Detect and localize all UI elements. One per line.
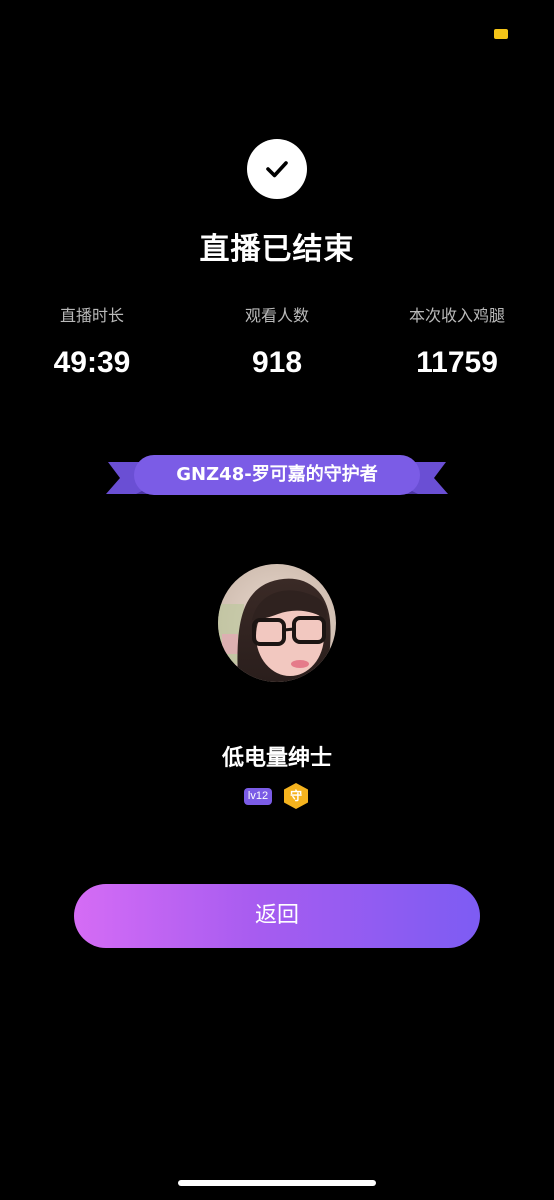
guard-badge-label: 守 [290, 789, 303, 803]
stat-value: 49:39 [53, 346, 131, 379]
avatar[interactable] [218, 564, 336, 682]
stat-viewers: 观看人数 918 [185, 304, 369, 380]
guardian-title: GNZ48-罗可嘉的守护者 [176, 464, 378, 485]
guard-badge-icon: 守 [282, 782, 310, 810]
stat-label: 直播时长 [59, 306, 124, 325]
page-title: 直播已结束 [199, 232, 355, 267]
stat-value: 11759 [416, 346, 498, 379]
back-button[interactable]: 返回 [74, 884, 480, 948]
level-badge: lv12 [243, 787, 273, 805]
guardian-ribbon: GNZ48-罗可嘉的守护者 [104, 452, 450, 498]
home-indicator[interactable] [178, 1180, 376, 1186]
stat-label: 本次收入鸡腿 [408, 306, 505, 325]
stat-label: 观看人数 [244, 306, 309, 325]
stat-value: 918 [251, 346, 303, 379]
check-icon [247, 139, 307, 199]
username: 低电量绅士 [221, 746, 332, 771]
stat-income: 本次收入鸡腿 11759 [365, 304, 549, 380]
status-indicator [494, 29, 508, 39]
stat-duration: 直播时长 49:39 [0, 304, 184, 380]
stats-row: 直播时长 49:39 观看人数 918 本次收入鸡腿 11759 [0, 304, 554, 384]
user-badges: lv12 守 [0, 783, 554, 809]
